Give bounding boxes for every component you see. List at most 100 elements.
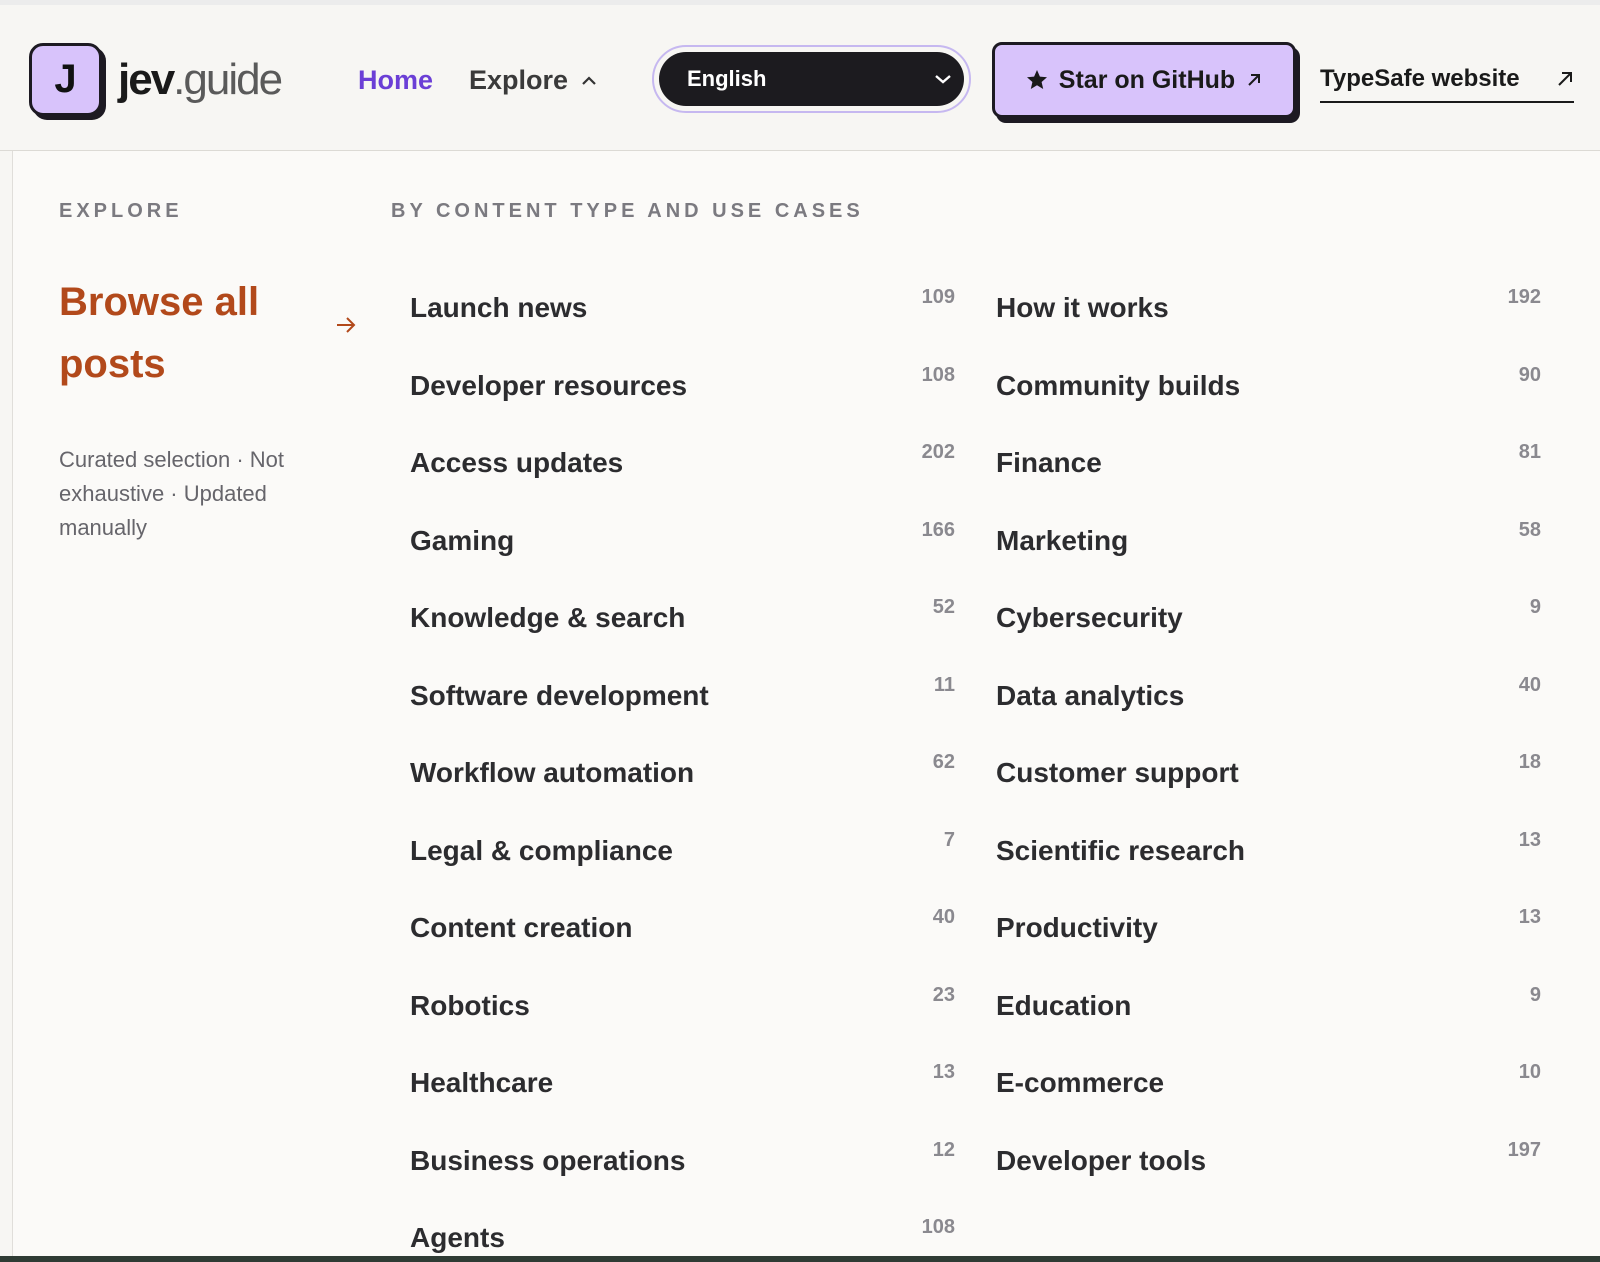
logo-wordmark-rest: .guide <box>173 55 283 104</box>
category-label: Developer tools <box>996 1144 1207 1176</box>
category-count: 90 <box>1518 363 1541 386</box>
category-label: Data analytics <box>996 679 1185 711</box>
category-count: 81 <box>1518 441 1541 463</box>
category-link[interactable]: Access updates 202 <box>410 437 955 487</box>
category-count: 40 <box>1518 673 1541 696</box>
category-label: Community builds <box>996 369 1241 401</box>
category-link[interactable]: Cybersecurity 9 <box>996 592 1541 642</box>
category-link[interactable]: Gaming 166 <box>410 515 955 565</box>
category-label: Knowledge & search <box>410 602 686 633</box>
category-count: 13 <box>932 1061 955 1083</box>
category-label: Gaming <box>410 524 515 556</box>
category-count: 10 <box>1518 1061 1541 1083</box>
category-label: E-commerce <box>996 1067 1165 1098</box>
category-label: Finance <box>996 447 1102 478</box>
category-label: Software development <box>410 679 709 711</box>
category-count: 192 <box>1507 286 1541 308</box>
category-count: 202 <box>921 441 955 463</box>
category-link[interactable]: Customer support 18 <box>996 747 1541 797</box>
category-count: 108 <box>921 1216 955 1238</box>
category-label: How it works <box>996 292 1169 323</box>
category-link[interactable]: Content creation 40 <box>410 902 955 952</box>
category-link[interactable]: Productivity 13 <box>996 902 1541 952</box>
category-count: 23 <box>932 983 955 1006</box>
category-link[interactable]: Developer tools 197 <box>996 1135 1541 1185</box>
star-on-github-label: Star on GitHub <box>1058 65 1236 94</box>
chevron-up-icon <box>582 75 596 85</box>
category-link[interactable]: Scientific research 13 <box>996 825 1541 875</box>
category-link[interactable]: Healthcare 13 <box>410 1057 955 1107</box>
category-label: Workflow automation <box>410 757 695 788</box>
external-link-icon <box>1248 74 1261 86</box>
category-label: Developer resources <box>410 369 688 401</box>
category-count: 9 <box>1529 596 1541 618</box>
site-header: J jev.guide Home Explore English Star on… <box>0 5 1600 151</box>
logo-wordmark[interactable]: jev.guide <box>118 55 283 105</box>
arrow-right-icon[interactable] <box>334 313 358 337</box>
chevron-down-icon <box>935 75 951 84</box>
category-label: Robotics <box>410 989 530 1021</box>
category-label: Scientific research <box>996 834 1246 866</box>
category-count: 11 <box>933 673 955 696</box>
star-icon <box>1026 70 1047 89</box>
category-label: Launch news <box>410 292 588 323</box>
category-count: 52 <box>932 596 955 618</box>
category-link[interactable]: How it works 192 <box>996 282 1541 332</box>
curation-note: Curated selection · Not exhaustive · Upd… <box>59 447 284 540</box>
category-count: 40 <box>932 906 955 928</box>
category-count: 13 <box>1518 828 1541 851</box>
category-count: 12 <box>932 1138 955 1161</box>
category-count: 197 <box>1507 1138 1541 1161</box>
category-link[interactable]: Data analytics 40 <box>996 670 1541 720</box>
nav-home-link[interactable]: Home <box>358 65 433 96</box>
category-count: 108 <box>921 363 955 386</box>
logo-wordmark-main: jev <box>118 55 175 104</box>
category-link[interactable]: E-commerce 10 <box>996 1057 1541 1107</box>
category-label: Business operations <box>410 1144 686 1176</box>
category-label: Education <box>996 989 1132 1021</box>
browser-window: J jev.guide Home Explore English Star on… <box>0 0 1600 1262</box>
category-label: Cybersecurity <box>996 602 1183 633</box>
category-label: Productivity <box>996 912 1158 943</box>
category-label: Agents <box>410 1222 505 1253</box>
category-link[interactable]: Software development 11 <box>410 670 955 720</box>
star-on-github-button[interactable]: Star on GitHub <box>992 42 1296 118</box>
browse-all-posts-link[interactable]: Browse all posts <box>59 271 299 395</box>
category-link[interactable]: Community builds 90 <box>996 360 1541 410</box>
category-link[interactable]: Knowledge & search 52 <box>410 592 955 642</box>
category-count: 7 <box>943 828 955 851</box>
external-link-icon <box>1558 72 1572 86</box>
category-count: 166 <box>921 518 955 541</box>
nav-explore-label: Explore <box>469 65 569 95</box>
language-select[interactable]: English <box>659 52 964 106</box>
typesafe-website-link[interactable]: TypeSafe website <box>1320 63 1574 103</box>
category-link[interactable]: Robotics 23 <box>410 980 955 1030</box>
category-link[interactable]: Launch news 109 <box>410 282 955 332</box>
category-link[interactable]: Agents 108 <box>410 1212 955 1262</box>
category-link[interactable]: Education 9 <box>996 980 1541 1030</box>
category-link[interactable]: Marketing 58 <box>996 515 1541 565</box>
category-count: 18 <box>1518 751 1541 773</box>
explore-eyebrow: EXPLORE <box>59 200 183 222</box>
category-count: 58 <box>1518 518 1541 541</box>
category-label: Access updates <box>410 447 624 478</box>
content-type-eyebrow: BY CONTENT TYPE AND USE CASES <box>391 200 864 222</box>
category-link[interactable]: Business operations 12 <box>410 1135 955 1185</box>
category-label: Content creation <box>410 912 633 943</box>
category-count: 13 <box>1518 906 1541 928</box>
category-label: Healthcare <box>410 1067 554 1098</box>
logo-badge[interactable]: J <box>29 43 102 116</box>
nav-explore-toggle[interactable]: Explore <box>469 65 596 96</box>
desktop-background-strip <box>0 1256 1600 1262</box>
category-label: Marketing <box>996 524 1129 556</box>
category-count: 62 <box>932 751 955 773</box>
category-link[interactable]: Workflow automation 62 <box>410 747 955 797</box>
category-link[interactable]: Developer resources 108 <box>410 360 955 410</box>
language-select-value: English <box>687 66 767 91</box>
category-link[interactable]: Legal & compliance 7 <box>410 825 955 875</box>
category-count: 9 <box>1529 983 1541 1006</box>
explore-dropdown-panel: EXPLORE BY CONTENT TYPE AND USE CASES Br… <box>12 151 1600 1256</box>
typesafe-website-label: TypeSafe website <box>1320 65 1520 92</box>
category-link[interactable]: Finance 81 <box>996 437 1541 487</box>
category-count: 109 <box>921 286 955 308</box>
